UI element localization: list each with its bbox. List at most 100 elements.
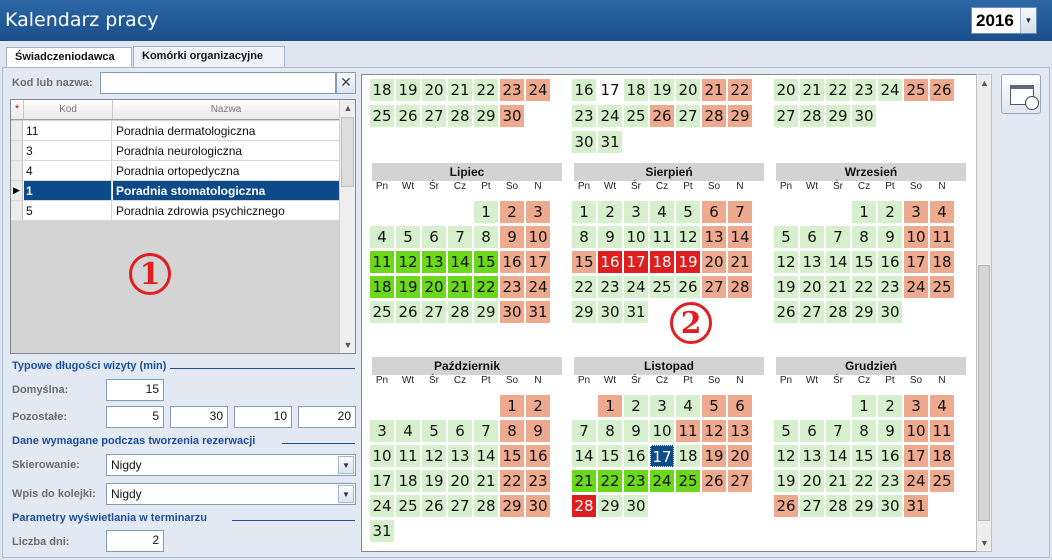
calendar-day[interactable]: 22 [852, 470, 876, 492]
calendar-day[interactable]: 17 [598, 79, 622, 101]
calendar-scrollbar[interactable]: ▲ ▼ [976, 74, 992, 552]
calendar-day[interactable]: 24 [904, 470, 928, 492]
calendar-day[interactable]: 20 [800, 276, 824, 298]
calendar-day[interactable]: 26 [650, 105, 674, 127]
col-kod[interactable]: Kod [24, 100, 113, 119]
calendar-day[interactable]: 12 [676, 226, 700, 248]
calendar-day[interactable]: 9 [526, 420, 550, 442]
calendar-day[interactable]: 24 [650, 470, 674, 492]
tab-swiadczeniodawca[interactable]: Świadczeniodawca [6, 47, 132, 68]
calendar-day[interactable]: 26 [396, 301, 420, 323]
calendar-day[interactable]: 1 [852, 201, 876, 223]
calendar-day[interactable]: 21 [448, 276, 472, 298]
col-nazwa[interactable]: Nazwa [113, 100, 339, 119]
calendar-day[interactable]: 20 [422, 276, 446, 298]
table-row[interactable]: 3 Poradnia neurologiczna [11, 141, 339, 161]
calendar-day[interactable]: 30 [572, 131, 596, 153]
calendar-day[interactable]: 29 [598, 495, 622, 517]
calendar-day[interactable]: 22 [598, 470, 622, 492]
calendar-day[interactable]: 24 [624, 276, 648, 298]
calendar-day[interactable]: 10 [370, 445, 394, 467]
calendar-day[interactable]: 22 [826, 79, 850, 101]
calendar-day[interactable]: 4 [396, 420, 420, 442]
chevron-down-icon[interactable]: ▼ [340, 337, 356, 353]
calendar-day[interactable]: 14 [448, 251, 472, 273]
calendar-day[interactable]: 5 [676, 201, 700, 223]
calendar-day[interactable]: 16 [500, 251, 524, 273]
calendar-day[interactable]: 22 [572, 276, 596, 298]
calendar-day[interactable]: 1 [474, 201, 498, 223]
calendar-day[interactable]: 21 [448, 79, 472, 101]
calendar-day[interactable]: 30 [878, 301, 902, 323]
calendar-day[interactable]: 6 [702, 201, 726, 223]
calendar-day[interactable]: 10 [904, 420, 928, 442]
calendar-day[interactable]: 15 [572, 251, 596, 273]
calendar-day[interactable]: 17 [904, 445, 928, 467]
calendar-day[interactable]: 28 [572, 495, 596, 517]
calendar-day[interactable]: 7 [448, 226, 472, 248]
calendar-day[interactable]: 7 [728, 201, 752, 223]
calendar-day[interactable]: 25 [650, 276, 674, 298]
chevron-down-icon[interactable]: ▼ [338, 456, 354, 474]
calendar-day[interactable]: 3 [650, 395, 674, 417]
calendar-day[interactable]: 4 [676, 395, 700, 417]
calendar-day[interactable]: 19 [676, 251, 700, 273]
calendar-day[interactable]: 2 [500, 201, 524, 223]
calendar-day[interactable]: 10 [650, 420, 674, 442]
calendar-day[interactable]: 18 [676, 445, 700, 467]
calendar-day[interactable]: 5 [396, 226, 420, 248]
calendar-day[interactable]: 4 [930, 395, 954, 417]
calendar-day[interactable]: 8 [598, 420, 622, 442]
calendar-day[interactable]: 25 [676, 470, 700, 492]
calendar-day[interactable]: 27 [774, 105, 798, 127]
calendar-day[interactable]: 23 [878, 276, 902, 298]
calendar-day[interactable]: 27 [676, 105, 700, 127]
calendar-day[interactable]: 17 [650, 445, 674, 467]
calendar-day[interactable]: 16 [624, 445, 648, 467]
calendar-day[interactable]: 25 [930, 470, 954, 492]
calendar-day[interactable]: 14 [572, 445, 596, 467]
calendar-day[interactable]: 12 [422, 445, 446, 467]
calendar-day[interactable]: 24 [526, 276, 550, 298]
calendar-day[interactable]: 21 [728, 251, 752, 273]
calendar-day[interactable]: 23 [500, 79, 524, 101]
calendar-day[interactable]: 13 [448, 445, 472, 467]
row-selector[interactable] [11, 161, 23, 180]
calendar-day[interactable]: 12 [774, 445, 798, 467]
calendar-day[interactable]: 25 [370, 301, 394, 323]
calendar-day[interactable]: 28 [448, 301, 472, 323]
row-selector[interactable] [11, 121, 23, 140]
calendar-day[interactable]: 9 [878, 420, 902, 442]
calendar-day[interactable]: 5 [774, 226, 798, 248]
calendar-day[interactable]: 18 [650, 251, 674, 273]
calendar-day[interactable]: 20 [448, 470, 472, 492]
calendar-day[interactable]: 8 [500, 420, 524, 442]
calendar-day[interactable]: 2 [878, 395, 902, 417]
calendar-day[interactable]: 5 [774, 420, 798, 442]
calendar-day[interactable]: 21 [800, 79, 824, 101]
scroll-thumb[interactable] [341, 117, 354, 187]
calendar-day[interactable]: 9 [598, 226, 622, 248]
calendar-day[interactable]: 7 [474, 420, 498, 442]
table-row[interactable]: 4 Poradnia ortopedyczna [11, 161, 339, 181]
calendar-day[interactable]: 24 [904, 276, 928, 298]
calendar-day[interactable]: 2 [598, 201, 622, 223]
calendar-day[interactable]: 22 [500, 470, 524, 492]
filter-input[interactable] [100, 72, 336, 94]
calendar-day[interactable]: 15 [474, 251, 498, 273]
calendar-day[interactable]: 3 [370, 420, 394, 442]
table-row[interactable]: ▶ 1 Poradnia stomatologiczna [11, 181, 339, 201]
calendar-day[interactable]: 17 [624, 251, 648, 273]
referral-select[interactable]: Nigdy ▼ [106, 454, 356, 476]
calendar-day[interactable]: 17 [370, 470, 394, 492]
calendar-day[interactable]: 13 [422, 251, 446, 273]
calendar-day[interactable]: 3 [624, 201, 648, 223]
chevron-up-icon[interactable]: ▲ [340, 100, 356, 116]
calendar-day[interactable]: 31 [624, 301, 648, 323]
chevron-down-icon[interactable]: ▼ [977, 535, 992, 551]
calendar-day[interactable]: 21 [826, 276, 850, 298]
calendar-day[interactable]: 18 [396, 470, 420, 492]
calendar-day[interactable]: 6 [800, 420, 824, 442]
calendar-day[interactable]: 28 [448, 105, 472, 127]
calendar-day[interactable]: 29 [852, 301, 876, 323]
